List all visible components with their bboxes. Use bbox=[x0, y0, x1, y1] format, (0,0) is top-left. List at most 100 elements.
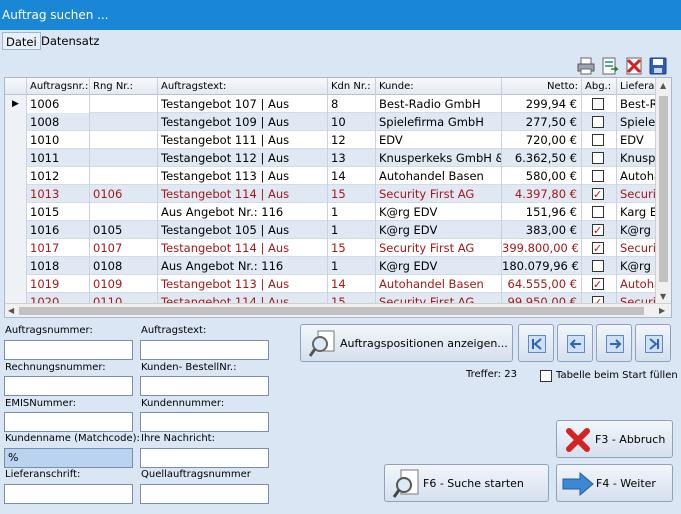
cell-rng[interactable]: 0109 bbox=[90, 275, 158, 293]
cell-text[interactable]: Testangebot 114 | Aus bbox=[158, 239, 328, 257]
scroll-right-arrow-icon[interactable]: ▶ bbox=[659, 306, 665, 315]
first-record-button[interactable] bbox=[518, 324, 554, 362]
menu-datei[interactable]: Datei bbox=[2, 32, 41, 50]
cell-abg[interactable] bbox=[582, 167, 617, 185]
abgerechnet-checkbox[interactable] bbox=[592, 240, 604, 257]
last-record-button[interactable] bbox=[635, 324, 671, 362]
cell-kunde[interactable]: K@rg EDV bbox=[376, 221, 502, 239]
row-indicator[interactable] bbox=[5, 131, 27, 149]
cell-text[interactable]: Testangebot 107 | Aus bbox=[158, 95, 328, 113]
row-indicator[interactable] bbox=[5, 149, 27, 167]
cell-netto[interactable]: 299,94 € bbox=[502, 95, 582, 113]
cell-nr[interactable]: 1013 bbox=[27, 185, 90, 203]
row-indicator[interactable] bbox=[5, 239, 27, 257]
cell-kdn[interactable]: 14 bbox=[328, 167, 376, 185]
table-row[interactable]: 1011 Testangebot 112 | Aus 13 Knusperkeks G… bbox=[5, 149, 665, 167]
cell-kdn[interactable]: 12 bbox=[328, 131, 376, 149]
cell-kdn[interactable]: 13 bbox=[328, 149, 376, 167]
cell-kunde[interactable]: Spielefirma GmbH bbox=[376, 113, 502, 131]
table-row[interactable]: 1013 0106 Testangebot 114 | Aus 15 Security … bbox=[5, 185, 665, 203]
cell-netto[interactable]: 580,00 € bbox=[502, 167, 582, 185]
header-auftragstext[interactable]: Auftragstext: bbox=[158, 78, 328, 95]
cell-kunde[interactable]: Autohandel Basen bbox=[376, 275, 502, 293]
cell-rng[interactable]: 0106 bbox=[90, 185, 158, 203]
abgerechnet-checkbox[interactable] bbox=[592, 152, 604, 164]
cell-nr[interactable]: 1017 bbox=[27, 239, 90, 257]
cell-abg[interactable] bbox=[582, 185, 617, 203]
cell-rng[interactable] bbox=[90, 203, 158, 221]
header-netto[interactable]: Netto: bbox=[502, 78, 582, 95]
lieferanschrift-field[interactable] bbox=[4, 484, 133, 504]
cell-netto[interactable]: 180.079,96 € bbox=[502, 257, 582, 275]
nachricht-field[interactable] bbox=[140, 448, 269, 468]
next-record-button[interactable] bbox=[596, 324, 632, 362]
cell-rng[interactable] bbox=[90, 95, 158, 113]
cell-text[interactable]: Testangebot 105 | Aus bbox=[158, 221, 328, 239]
header-abg[interactable]: Abg.: bbox=[582, 78, 617, 95]
cell-rng[interactable]: 0107 bbox=[90, 239, 158, 257]
cell-text[interactable]: Testangebot 111 | Aus bbox=[158, 131, 328, 149]
auftragstext-field[interactable] bbox=[140, 340, 269, 360]
cell-nr[interactable]: 1006 bbox=[27, 95, 90, 113]
table-row[interactable]: 1015 Aus Angebot Nr.: 116 1 K@rg EDV 151,96 … bbox=[5, 203, 665, 221]
cell-rng[interactable] bbox=[90, 113, 158, 131]
cell-nr[interactable]: 1011 bbox=[27, 149, 90, 167]
row-indicator[interactable] bbox=[5, 185, 27, 203]
horizontal-scrollbar[interactable]: ◀ ▶ bbox=[5, 303, 671, 317]
scroll-left-arrow-icon[interactable]: ◀ bbox=[8, 306, 14, 315]
row-indicator[interactable] bbox=[5, 257, 27, 275]
cell-rng[interactable] bbox=[90, 131, 158, 149]
cell-netto[interactable]: 399.800,00 € bbox=[502, 239, 582, 257]
quellauftrag-field[interactable] bbox=[140, 484, 269, 504]
abgerechnet-checkbox[interactable] bbox=[592, 206, 604, 218]
header-kdnnr[interactable]: Kdn Nr.: bbox=[328, 78, 376, 95]
cell-text[interactable]: Testangebot 114 | Aus bbox=[158, 185, 328, 203]
cell-kunde[interactable]: K@rg EDV bbox=[376, 203, 502, 221]
row-indicator[interactable]: ▶ bbox=[5, 95, 27, 113]
cell-netto[interactable]: 151,96 € bbox=[502, 203, 582, 221]
save-icon[interactable] bbox=[648, 56, 668, 76]
cell-nr[interactable]: 1018 bbox=[27, 257, 90, 275]
horizontal-scroll-thumb[interactable] bbox=[19, 307, 644, 315]
abgerechnet-checkbox[interactable] bbox=[592, 116, 604, 128]
cell-nr[interactable]: 1010 bbox=[27, 131, 90, 149]
table-row[interactable]: 1017 0107 Testangebot 114 | Aus 15 Security … bbox=[5, 239, 665, 257]
abgerechnet-checkbox[interactable] bbox=[592, 260, 604, 272]
cell-rng[interactable]: 0105 bbox=[90, 221, 158, 239]
scroll-down-arrow-icon[interactable]: ▼ bbox=[660, 292, 666, 301]
results-table[interactable]: Auftragsnr.: Rng Nr.: Auftragstext: Kdn … bbox=[4, 77, 672, 318]
cell-netto[interactable]: 720,00 € bbox=[502, 131, 582, 149]
cell-netto[interactable]: 6.362,50 € bbox=[502, 149, 582, 167]
vertical-scroll-thumb[interactable] bbox=[659, 96, 668, 282]
positions-button[interactable]: Auftragspositionen anzeigen... bbox=[300, 324, 513, 362]
cell-kunde[interactable]: Autohandel Basen bbox=[376, 167, 502, 185]
abgerechnet-checkbox[interactable] bbox=[592, 134, 604, 146]
abgerechnet-checkbox[interactable] bbox=[592, 276, 604, 293]
kundennummer-field[interactable] bbox=[140, 412, 269, 432]
row-indicator[interactable] bbox=[5, 203, 27, 221]
cell-kdn[interactable]: 15 bbox=[328, 185, 376, 203]
start-fill-checkbox[interactable] bbox=[540, 370, 552, 382]
cell-kdn[interactable]: 1 bbox=[328, 221, 376, 239]
cell-nr[interactable]: 1019 bbox=[27, 275, 90, 293]
table-row[interactable]: 1008 Testangebot 109 | Aus 10 Spielefirma G… bbox=[5, 113, 665, 131]
cell-netto[interactable]: 383,00 € bbox=[502, 221, 582, 239]
cell-kdn[interactable]: 1 bbox=[328, 257, 376, 275]
vertical-scrollbar[interactable]: ▲ ▼ bbox=[655, 78, 671, 305]
header-lieferanschrift[interactable]: Lieferan bbox=[617, 78, 657, 95]
menu-datensatz[interactable]: Datensatz bbox=[38, 32, 102, 50]
cell-kdn[interactable]: 1 bbox=[328, 203, 376, 221]
cell-abg[interactable] bbox=[582, 203, 617, 221]
cell-text[interactable]: Testangebot 113 | Aus bbox=[158, 275, 328, 293]
row-indicator[interactable] bbox=[5, 221, 27, 239]
cell-abg[interactable] bbox=[582, 149, 617, 167]
cell-nr[interactable]: 1012 bbox=[27, 167, 90, 185]
cell-nr[interactable]: 1008 bbox=[27, 113, 90, 131]
auftragsnummer-field[interactable] bbox=[4, 340, 133, 360]
cell-netto[interactable]: 4.397,80 € bbox=[502, 185, 582, 203]
cell-kunde[interactable]: Knusperkeks GmbH & bbox=[376, 149, 502, 167]
cell-text[interactable]: Aus Angebot Nr.: 116 bbox=[158, 257, 328, 275]
header-rngnr[interactable]: Rng Nr.: bbox=[90, 78, 158, 95]
cell-abg[interactable] bbox=[582, 257, 617, 275]
cell-kunde[interactable]: Best-Radio GmbH bbox=[376, 95, 502, 113]
